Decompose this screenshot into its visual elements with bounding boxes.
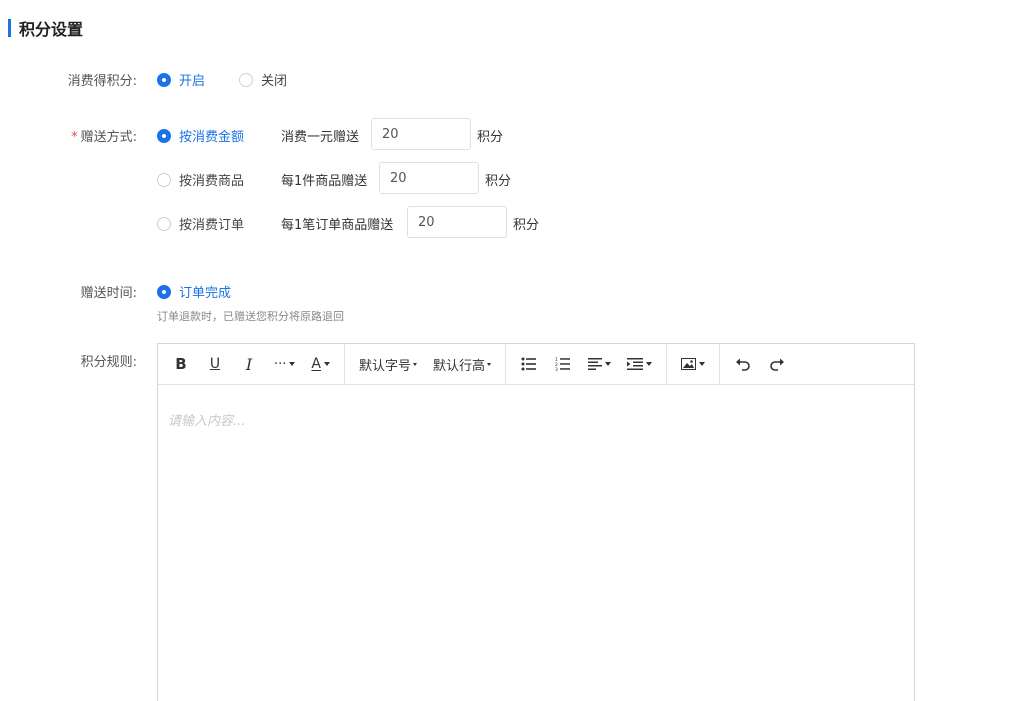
editor-toolbar: B U I ··· A 默认字号 默认行高 1 2 3 xyxy=(158,344,914,385)
underline-icon: U xyxy=(209,356,221,372)
font-size-select[interactable]: 默认字号 xyxy=(353,350,423,378)
chevron-down-icon xyxy=(487,362,492,366)
toolbar-group-size: 默认字号 默认行高 xyxy=(345,344,507,384)
bullet-list-button[interactable] xyxy=(514,350,544,378)
ordered-list-button[interactable]: 1 2 3 xyxy=(548,350,578,378)
order-prefix: 每1笔订单商品赠送 xyxy=(281,218,394,233)
gift-by-product-radio[interactable]: 按消费商品 xyxy=(157,170,244,189)
image-icon xyxy=(681,358,697,370)
radio-checked-icon xyxy=(157,284,171,299)
required-mark: * xyxy=(71,130,78,145)
radio-unchecked-icon xyxy=(239,72,253,87)
page-title: 积分设置 xyxy=(19,20,84,39)
bold-icon: B xyxy=(175,355,187,373)
toolbar-group-paragraph: 1 2 3 xyxy=(506,344,668,384)
gift-by-order-radio[interactable]: 按消费订单 xyxy=(157,214,244,233)
chevron-down-icon xyxy=(413,362,417,366)
more-format-button[interactable]: ··· xyxy=(268,350,301,378)
radio-label: 关闭 xyxy=(261,74,288,89)
line-height-select[interactable]: 默认行高 xyxy=(427,350,497,378)
radio-label: 开启 xyxy=(179,74,206,89)
font-size-label: 默认字号 xyxy=(358,358,411,374)
chevron-down-icon xyxy=(289,362,296,366)
radio-label: 按消费金额 xyxy=(179,130,245,145)
earn-points-on-radio[interactable]: 开启 xyxy=(157,70,205,89)
amount-points-input[interactable] xyxy=(371,118,471,150)
indent-button[interactable] xyxy=(621,350,658,378)
product-suffix: 积分 xyxy=(485,174,512,189)
gift-time-label: 赠送时间: xyxy=(80,286,137,301)
toolbar-group-insert xyxy=(667,344,721,384)
underline-button[interactable]: U xyxy=(200,350,230,378)
line-height-label: 默认行高 xyxy=(433,358,486,374)
italic-icon: I xyxy=(245,354,253,374)
gift-time-order-complete-radio[interactable]: 订单完成 xyxy=(157,282,231,301)
earn-points-label: 消费得积分: xyxy=(67,74,137,89)
radio-checked-icon xyxy=(157,128,171,143)
radio-label: 按消费商品 xyxy=(179,174,245,189)
italic-button[interactable]: I xyxy=(234,350,264,378)
gift-method-label-text: 赠送方式: xyxy=(80,130,137,145)
redo-button[interactable] xyxy=(762,350,792,378)
radio-unchecked-icon xyxy=(157,216,171,231)
gift-time-hint: 订单退款时，已赠送您积分将原路退回 xyxy=(157,310,344,323)
section-header: 积分设置 xyxy=(8,18,84,39)
redo-icon xyxy=(770,358,785,371)
font-color-icon: A xyxy=(311,356,321,372)
product-points-input[interactable] xyxy=(379,162,479,194)
chevron-down-icon xyxy=(646,362,653,366)
align-button[interactable] xyxy=(582,350,617,378)
editor-content-area[interactable]: 请输入内容... xyxy=(158,385,914,454)
rules-rich-text-editor: B U I ··· A 默认字号 默认行高 1 2 3 请输入内容... xyxy=(157,343,915,701)
more-icon: ··· xyxy=(274,356,287,372)
insert-image-button[interactable] xyxy=(675,350,711,378)
chevron-down-icon xyxy=(699,362,706,366)
editor-placeholder: 请输入内容... xyxy=(168,414,246,429)
undo-button[interactable] xyxy=(728,350,758,378)
toolbar-group-format: B U I ··· A xyxy=(158,344,345,384)
rules-label: 积分规则: xyxy=(80,355,137,370)
bold-button[interactable]: B xyxy=(166,350,196,378)
radio-label: 订单完成 xyxy=(179,286,232,301)
toolbar-group-history xyxy=(720,344,800,384)
chevron-down-icon xyxy=(605,362,612,366)
align-left-icon xyxy=(588,358,603,370)
order-points-input[interactable] xyxy=(407,206,507,238)
title-accent-bar xyxy=(8,19,11,37)
chevron-down-icon xyxy=(323,362,330,366)
amount-suffix: 积分 xyxy=(477,130,504,145)
gift-by-amount-radio[interactable]: 按消费金额 xyxy=(157,126,244,145)
svg-text:3: 3 xyxy=(555,367,558,371)
order-suffix: 积分 xyxy=(513,218,540,233)
indent-icon xyxy=(627,358,644,370)
ordered-list-icon: 1 2 3 xyxy=(555,357,571,371)
font-color-button[interactable]: A xyxy=(305,350,336,378)
gift-method-label: * 赠送方式: xyxy=(71,126,137,145)
amount-prefix: 消费一元赠送 xyxy=(281,130,360,145)
radio-label: 按消费订单 xyxy=(179,218,245,233)
undo-icon xyxy=(736,358,750,371)
product-prefix: 每1件商品赠送 xyxy=(281,174,368,189)
radio-unchecked-icon xyxy=(157,172,171,187)
earn-points-off-radio[interactable]: 关闭 xyxy=(239,70,287,89)
radio-checked-icon xyxy=(157,72,171,87)
bullet-list-icon xyxy=(521,357,537,371)
